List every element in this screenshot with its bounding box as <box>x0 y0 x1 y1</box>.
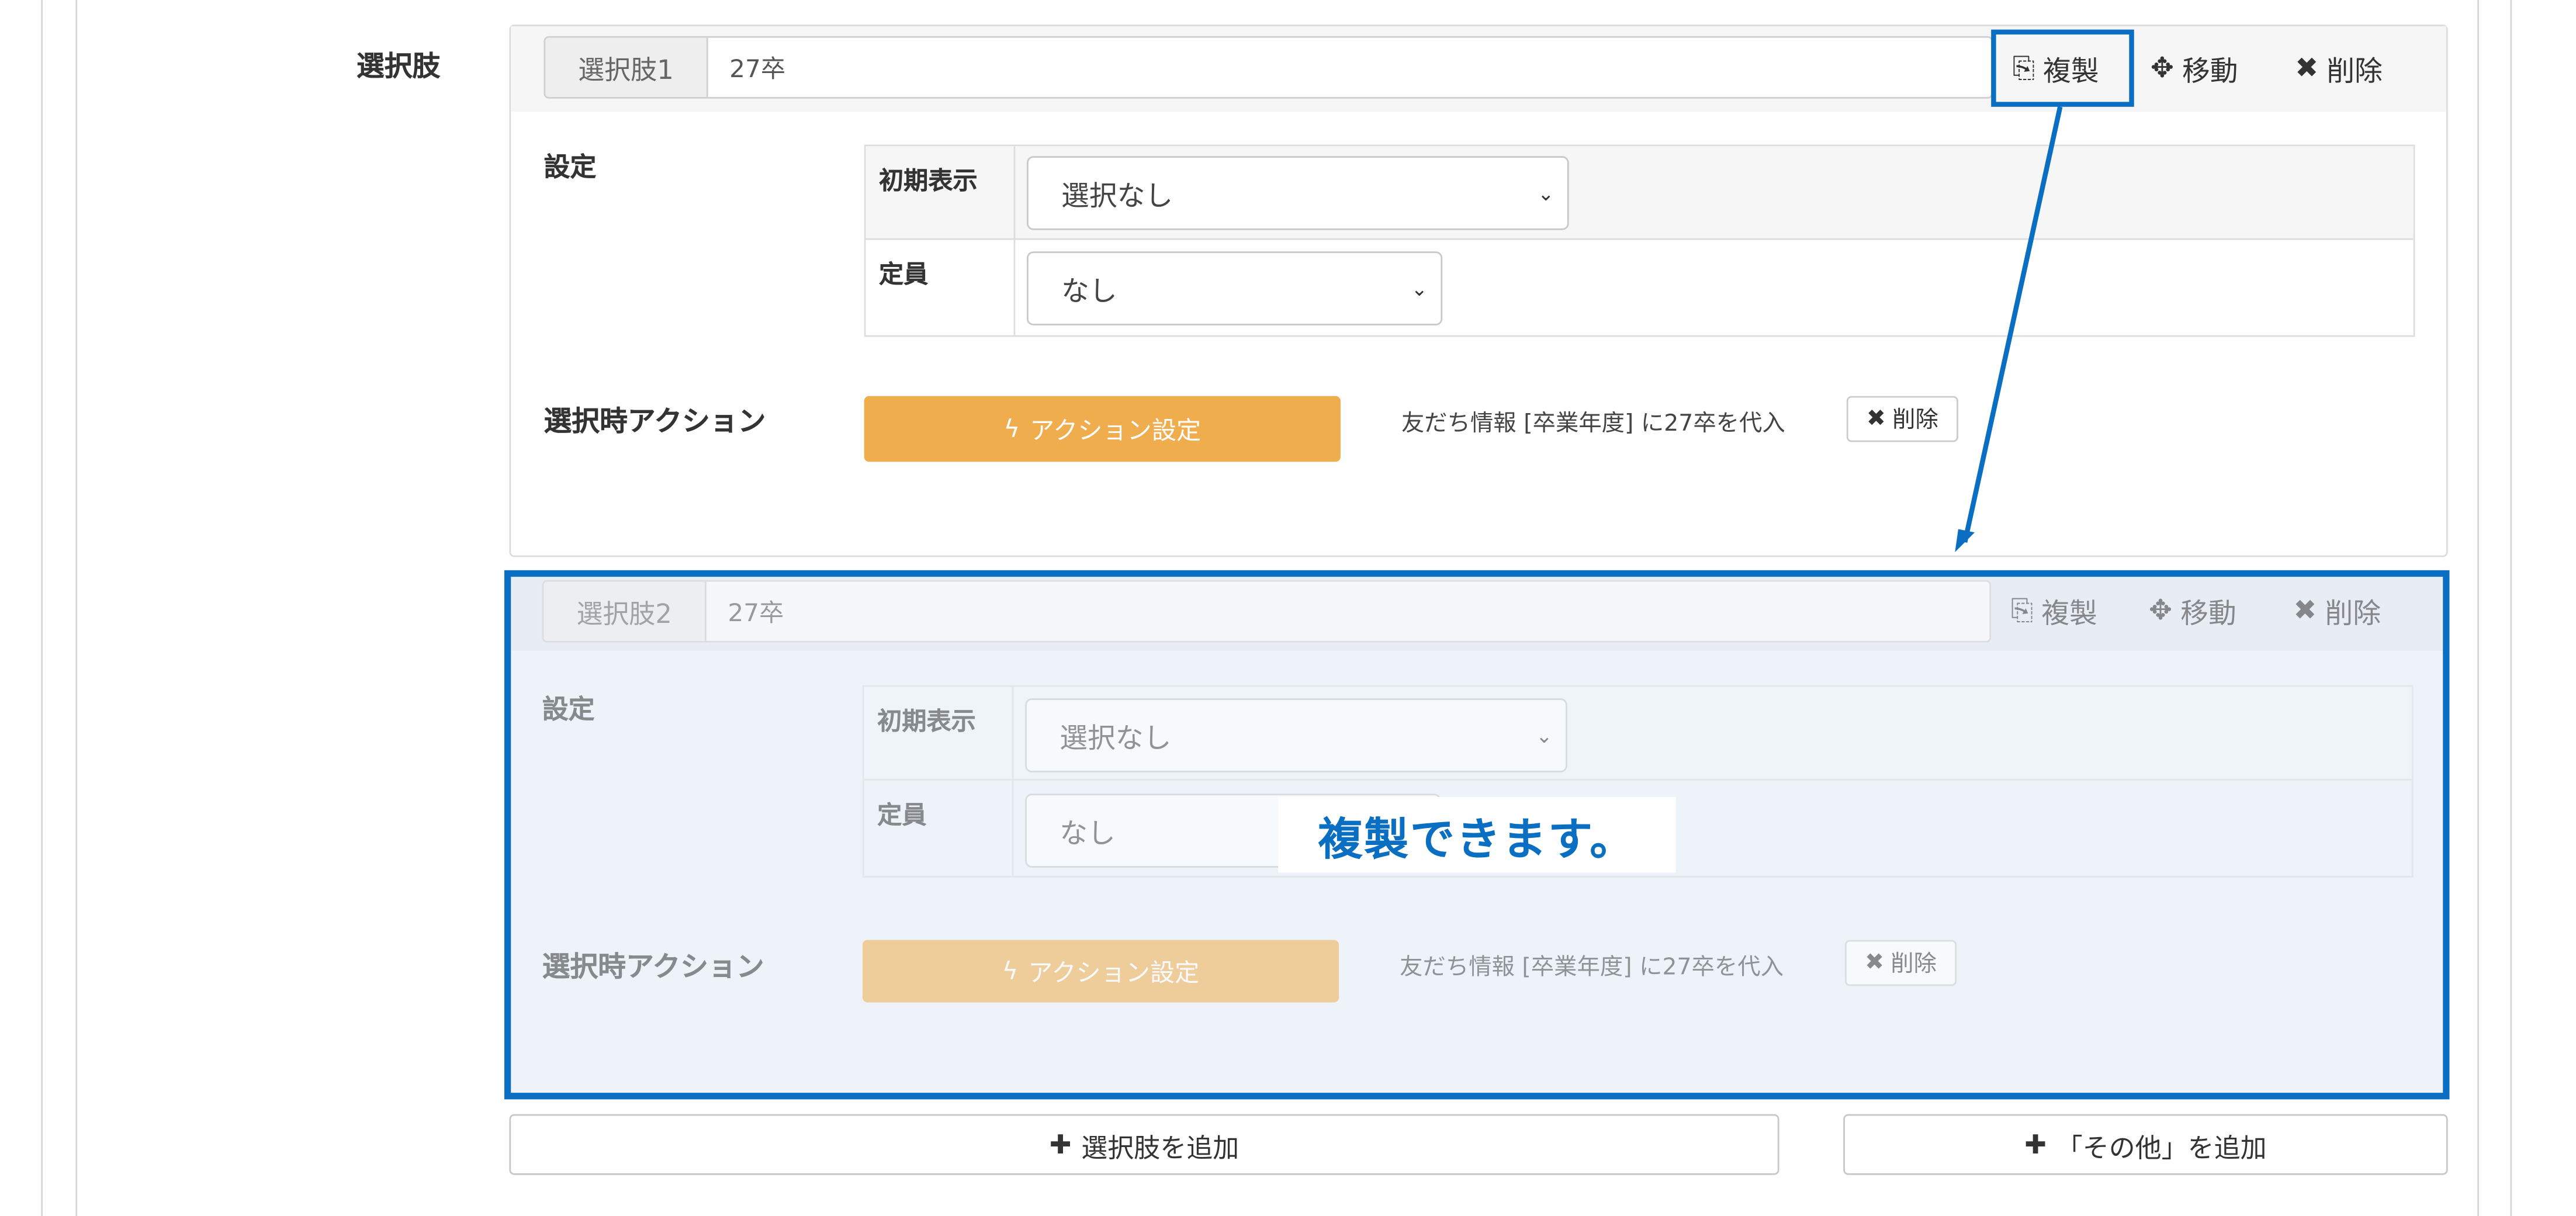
add-other-label: 「その他」を追加 <box>2056 1131 2267 1163</box>
plus-icon: ✚ <box>2024 1128 2047 1160</box>
annotation-callout: 複製できます。 <box>1278 796 1676 873</box>
add-choice-label: 選択肢を追加 <box>1081 1131 1239 1163</box>
add-choice-button[interactable]: ✚ 選択肢を追加 <box>509 1114 1779 1175</box>
plus-icon: ✚ <box>1049 1128 1072 1160</box>
add-other-button[interactable]: ✚ 「その他」を追加 <box>1843 1114 2448 1175</box>
arrow-annotation <box>1955 106 2063 552</box>
